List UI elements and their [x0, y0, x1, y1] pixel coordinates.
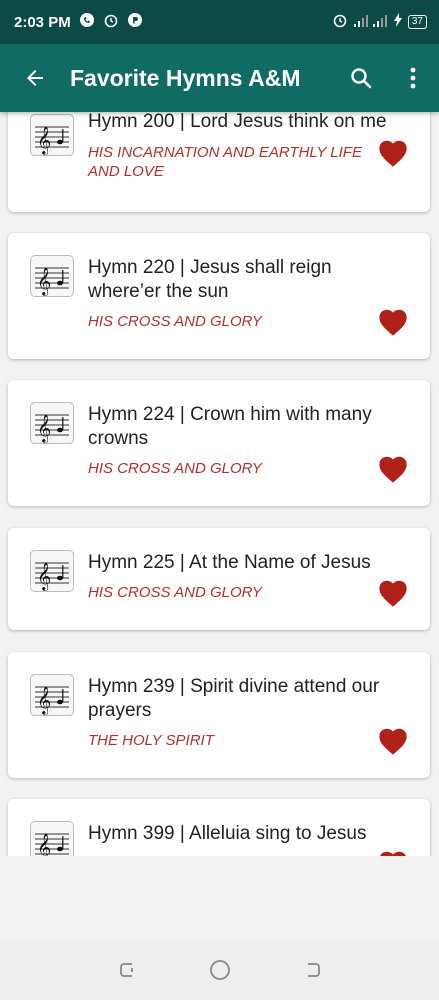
- search-button[interactable]: [335, 66, 387, 90]
- favorite-button[interactable]: [376, 307, 410, 337]
- system-navigation-bar: [0, 940, 439, 1000]
- hymn-category: HIS CROSS AND GLORY: [88, 584, 262, 601]
- hymn-list[interactable]: 𝄞 Hymn 200 | Lord Jesus think on me HIS …: [0, 112, 439, 856]
- hymn-title: Hymn 224 | Crown him with many crowns: [88, 404, 372, 449]
- svg-text:𝄞: 𝄞: [37, 686, 51, 715]
- favorite-button[interactable]: [376, 454, 410, 484]
- favorite-button[interactable]: [376, 726, 410, 756]
- music-score-icon: 𝄞: [30, 114, 74, 156]
- music-score-icon: 𝄞: [30, 821, 74, 856]
- back-nav-button[interactable]: [293, 950, 333, 990]
- home-circle-icon: [209, 960, 230, 980]
- hymn-title: Hymn 225 | At the Name of Jesus: [88, 552, 371, 573]
- svg-text:𝄞: 𝄞: [37, 126, 51, 155]
- hymn-card[interactable]: 𝄞 Hymn 239 | Spirit divine attend our pr…: [8, 652, 430, 778]
- status-bar: 2:03 PM 37: [0, 0, 439, 44]
- svg-text:𝄞: 𝄞: [37, 562, 51, 591]
- music-score-icon: 𝄞: [30, 674, 74, 716]
- battery-icon: 37: [407, 15, 427, 29]
- alarm-icon: [103, 12, 119, 32]
- heart-icon: [379, 728, 407, 755]
- favorite-button[interactable]: [376, 578, 410, 608]
- back-nav-icon: [307, 963, 320, 977]
- hymn-category: THE HOLY SPIRIT: [88, 732, 214, 749]
- heart-icon: [379, 309, 407, 336]
- favorite-button[interactable]: [376, 138, 410, 168]
- favorite-button[interactable]: [376, 849, 410, 856]
- signal-icon: [353, 13, 388, 31]
- heart-icon: [379, 580, 407, 607]
- charging-icon: [393, 13, 402, 31]
- svg-text:𝄞: 𝄞: [37, 833, 51, 856]
- app-notification-icon: [127, 12, 143, 32]
- heart-icon: [380, 851, 406, 856]
- hymn-category: HIS INCARNATION AND EARTHLY LIFE AND LOV…: [88, 144, 362, 180]
- hymn-card[interactable]: 𝄞 Hymn 399 | Alleluia sing to Jesus: [8, 799, 430, 856]
- music-score-icon: 𝄞: [30, 550, 74, 592]
- app-bar: Favorite Hymns A&M: [0, 44, 439, 112]
- hymn-title: Hymn 239 | Spirit divine attend our pray…: [88, 676, 380, 721]
- status-time: 2:03 PM: [14, 13, 71, 31]
- hymn-card[interactable]: 𝄞 Hymn 225 | At the Name of Jesus HIS CR…: [8, 528, 430, 630]
- svg-text:𝄞: 𝄞: [37, 414, 51, 443]
- music-score-icon: 𝄞: [30, 402, 74, 444]
- hymn-category: HIS CROSS AND GLORY: [88, 460, 262, 477]
- whatsapp-icon: [79, 12, 95, 32]
- page-title: Favorite Hymns A&M: [70, 64, 301, 91]
- back-button[interactable]: [0, 66, 70, 90]
- home-button[interactable]: [200, 950, 240, 990]
- hymn-title: Hymn 200 | Lord Jesus think on me: [88, 112, 387, 132]
- more-vert-icon: [410, 67, 416, 89]
- heart-icon: [379, 140, 407, 167]
- hymn-card[interactable]: 𝄞 Hymn 224 | Crown him with many crowns …: [8, 380, 430, 506]
- svg-text:𝄞: 𝄞: [37, 267, 51, 296]
- recents-button[interactable]: [107, 950, 147, 990]
- more-options-button[interactable]: [387, 66, 439, 90]
- hymn-card[interactable]: 𝄞 Hymn 220 | Jesus shall reign where’er …: [8, 233, 430, 359]
- hymn-card[interactable]: 𝄞 Hymn 200 | Lord Jesus think on me HIS …: [8, 112, 430, 212]
- hymn-title: Hymn 399 | Alleluia sing to Jesus: [88, 823, 367, 844]
- hymn-title: Hymn 220 | Jesus shall reign where’er th…: [88, 257, 332, 302]
- alarm-status-icon: [332, 12, 348, 32]
- recents-icon: [119, 963, 133, 977]
- search-icon: [351, 68, 372, 89]
- hymn-category: HIS CROSS AND GLORY: [88, 313, 262, 330]
- music-score-icon: 𝄞: [30, 255, 74, 297]
- heart-icon: [379, 456, 407, 483]
- arrow-left-icon: [27, 70, 43, 86]
